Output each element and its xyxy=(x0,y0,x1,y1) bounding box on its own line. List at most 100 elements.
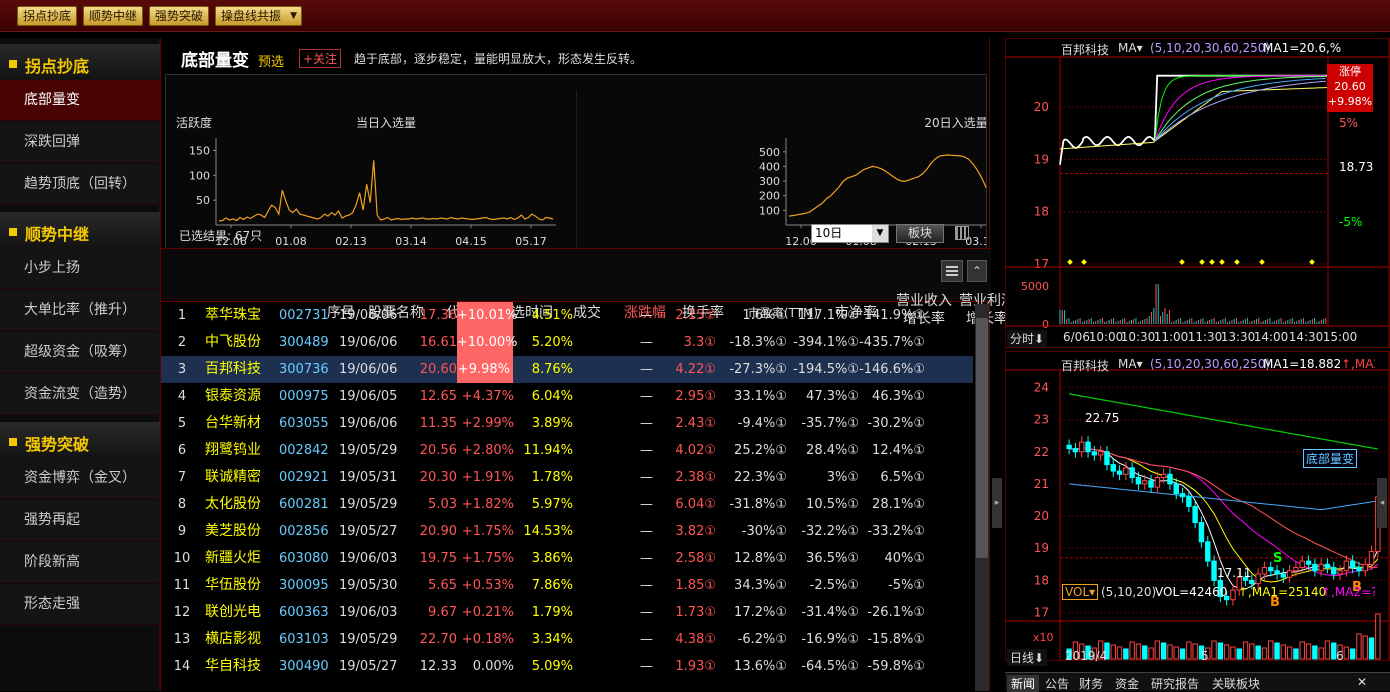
candle-body xyxy=(1186,496,1192,507)
table-cell: 12 xyxy=(173,605,191,620)
table-cell: 4.02① xyxy=(675,443,716,458)
daily-tab[interactable]: 日线⬇ xyxy=(1007,649,1048,666)
sidebar-item-big-order[interactable]: 大单比率（推升） xyxy=(0,290,160,331)
table-cell: 4.38① xyxy=(675,632,716,647)
table-row[interactable]: 5 台华新材 603055 19/06/06 11.35 +2.99% 3.89% — 2.43… xyxy=(161,410,973,437)
table-scrollbar[interactable] xyxy=(975,304,989,691)
tab-related-sectors[interactable]: 关联板块 xyxy=(1212,675,1260,692)
sidebar-item-small-rise[interactable]: 小步上扬 xyxy=(0,248,160,289)
volume-bar xyxy=(1356,633,1362,660)
tab-finance[interactable]: 财务 xyxy=(1079,675,1103,692)
pct-tick-label: 5% xyxy=(1339,116,1358,130)
table-cell: -26.1%① xyxy=(867,605,925,620)
tab-news[interactable]: 新闻 xyxy=(1007,675,1040,692)
table-cell: -59.8%① xyxy=(867,659,925,674)
table-cell: 13.6%① xyxy=(734,659,787,674)
toolbar-btn-trend[interactable]: 顺势中继 xyxy=(83,6,144,26)
table-cell: 36.5%① xyxy=(806,551,859,566)
intraday-ma-select[interactable]: MA▾ xyxy=(1118,41,1143,55)
sidebar-section-1[interactable]: 拐点抄底 xyxy=(0,44,160,84)
table-cell: 3.89% xyxy=(531,416,573,431)
toolbar-btn-breakout[interactable]: 强势突破 xyxy=(149,6,210,26)
volume-bar xyxy=(1142,645,1148,660)
close-icon[interactable]: ✕ xyxy=(1357,675,1367,689)
period-value: 10日 xyxy=(815,226,843,240)
table-cell: -9.4%① xyxy=(737,416,787,431)
panel-subtitle: 预选 xyxy=(258,55,285,70)
daily-ma-select[interactable]: MA▾ xyxy=(1118,357,1143,371)
sidebar-item-stage-high[interactable]: 阶段新高 xyxy=(0,542,160,583)
badge-pct: +9.98% xyxy=(1327,95,1373,108)
table-row[interactable]: 7 联诚精密 002921 19/05/31 20.30 +1.91% 1.78% — 2.38… xyxy=(161,464,973,491)
table-row[interactable]: 4 银泰资源 000975 19/06/05 12.65 +4.37% 6.04% — 2.95… xyxy=(161,383,973,410)
sidebar-item-pattern-strong[interactable]: 形态走强 xyxy=(0,584,160,625)
period-select[interactable]: 10日 ▼ xyxy=(811,224,889,243)
sidebar-item-fund-game[interactable]: 资金博弈（金叉） xyxy=(0,458,160,499)
scrollbar-thumb[interactable] xyxy=(976,318,988,558)
table-cell: 1.73① xyxy=(675,605,716,620)
sidebar-item-trend-top-bottom[interactable]: 趋势顶底（回转） xyxy=(0,164,160,205)
table-cell: 1.6%① xyxy=(742,308,787,323)
tab-research[interactable]: 研究报告 xyxy=(1151,675,1199,692)
grid-icon[interactable] xyxy=(955,226,969,240)
expand-left-handle[interactable]: ▸ xyxy=(992,478,1002,528)
candle-body xyxy=(1097,451,1104,456)
table-cell: 8 xyxy=(177,497,187,512)
table-cell: 19/05/29 xyxy=(339,443,398,458)
table-cell: +4.37% xyxy=(461,389,514,404)
table-cell: — xyxy=(640,470,653,485)
sector-button[interactable]: 板块 xyxy=(896,224,944,243)
table-row[interactable]: 6 翔鹭钨业 002842 19/05/29 20.56 +2.80% 11.94% — 4.0… xyxy=(161,437,973,464)
expand-right-handle[interactable]: ◂ xyxy=(1377,478,1387,528)
table-cell: 20.90 xyxy=(419,524,457,539)
table-row[interactable]: 3 百邦科技 300736 19/06/06 20.60 +9.98% 8.76% — 4.22… xyxy=(161,356,973,383)
table-row[interactable]: 10 新疆火炬 603080 19/06/03 19.75 +1.75% 3.86% — 2.5… xyxy=(161,545,973,572)
table-cell: 2.43① xyxy=(675,416,716,431)
toolbar-btn-inflection[interactable]: 拐点抄底 xyxy=(17,6,78,26)
follow-button[interactable]: +关注 xyxy=(299,49,342,68)
price-tick-label: 20 xyxy=(1034,509,1049,523)
table-cell: +1.75% xyxy=(461,524,514,539)
intraday-stock-name: 百邦科技 xyxy=(1061,43,1110,57)
toolbar-btn-resonance[interactable]: 操盘线共振 ▼ xyxy=(215,6,303,26)
daily-ma-params: (5,10,20,30,60,250) xyxy=(1150,357,1271,371)
table-cell: — xyxy=(640,605,653,620)
table-row[interactable]: 11 华伍股份 300095 19/05/30 5.65 +0.53% 7.86% — 1.85… xyxy=(161,572,973,599)
table-row[interactable]: 2 中飞股份 300489 19/06/06 16.61 +10.00% 5.20% — 3.3… xyxy=(161,329,973,356)
column-settings-icon[interactable] xyxy=(941,260,963,282)
sidebar: 拐点抄底 底部量变 深跌回弹 趋势顶底（回转） 顺势中继 小步上扬 大单比率（推… xyxy=(0,38,160,691)
table-row[interactable]: 8 太化股份 600281 19/05/29 5.03 +1.82% 5.97% — 6.04①… xyxy=(161,491,973,518)
vol-select[interactable]: VOL▾ xyxy=(1062,584,1099,600)
table-cell: 002731 xyxy=(279,308,329,323)
sidebar-section-3[interactable]: 强势突破 xyxy=(0,422,160,462)
sidebar-item-deep-rebound[interactable]: 深跌回弹 xyxy=(0,122,160,163)
sidebar-item-strong-again[interactable]: 强势再起 xyxy=(0,500,160,541)
table-cell: 1.78% xyxy=(531,470,573,485)
intraday-tab[interactable]: 分时⬇ xyxy=(1007,330,1048,347)
tab-announcements[interactable]: 公告 xyxy=(1045,675,1069,692)
collapse-up-icon[interactable]: ⌃ xyxy=(967,260,987,282)
table-cell: 603055 xyxy=(279,416,329,431)
time-tick-label: 15:00 xyxy=(1323,330,1358,344)
table-cell: 翔鹭钨业 xyxy=(205,442,261,458)
table-row[interactable]: 9 美芝股份 002856 19/05/27 20.90 +1.75% 14.53% — 3.8… xyxy=(161,518,973,545)
candle-body xyxy=(1261,567,1268,575)
daily-ma1: MA1=18.882 xyxy=(1263,357,1342,371)
sidebar-section-2[interactable]: 顺势中继 xyxy=(0,212,160,252)
tab-funds[interactable]: 资金 xyxy=(1115,675,1139,692)
table-row[interactable]: 1 萃华珠宝 002731 19/06/06 17.36 +10.01% 4.51% — 2.1… xyxy=(161,302,973,329)
candle-body xyxy=(1318,563,1324,572)
vol-ma2: ↑,MA2=? xyxy=(1321,585,1375,599)
table-row[interactable]: 13 横店影视 603103 19/05/29 22.70 +0.18% 3.34% — 4.3… xyxy=(161,626,973,653)
table-row[interactable]: 12 联创光电 600363 19/06/03 9.67 +0.21% 1.79% — 1.73… xyxy=(161,599,973,626)
table-cell: -435.7%① xyxy=(859,335,925,350)
volume-bar xyxy=(1255,645,1261,660)
table-cell: 0.00% xyxy=(472,659,514,674)
table-row[interactable]: 14 华自科技 300490 19/05/27 12.33 0.00% 5.09% — 1.93… xyxy=(161,653,973,680)
price-tick-label: 19 xyxy=(1034,541,1049,555)
vol-params: (5,10,20) xyxy=(1101,585,1157,599)
sidebar-item-super-fund[interactable]: 超级资金（吸筹） xyxy=(0,332,160,373)
sidebar-item-fund-flow[interactable]: 资金流变（造势） xyxy=(0,374,160,415)
sidebar-item-bottom-volume[interactable]: 底部量变 xyxy=(0,80,160,121)
table-cell: 17.2%① xyxy=(734,605,787,620)
